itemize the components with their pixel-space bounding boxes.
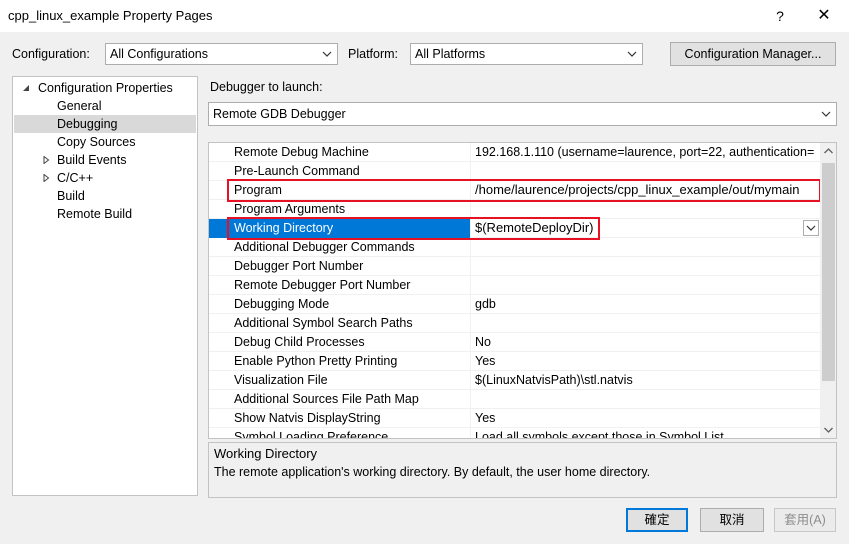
grid-row-value[interactable]: No bbox=[471, 333, 820, 352]
grid-row-name: Symbol Loading Preference bbox=[209, 428, 471, 438]
grid-row-value[interactable]: Load all symbols except those in Symbol … bbox=[471, 428, 820, 438]
grid-row-value[interactable] bbox=[471, 276, 820, 295]
grid-row-enable-python-pretty-printing[interactable]: Enable Python Pretty Printing Yes bbox=[209, 352, 820, 371]
grid-row-value[interactable]: Yes bbox=[471, 352, 820, 371]
grid-row-additional-debugger-commands[interactable]: Additional Debugger Commands bbox=[209, 238, 820, 257]
tree-item-label: Remote Build bbox=[57, 207, 133, 221]
scroll-thumb[interactable] bbox=[822, 163, 835, 381]
description-title: Working Directory bbox=[214, 446, 318, 461]
grid-row-value[interactable] bbox=[471, 314, 820, 333]
grid-scrollbar[interactable] bbox=[820, 143, 837, 438]
expanded-icon[interactable] bbox=[22, 84, 30, 92]
grid-row-name: Additional Debugger Commands bbox=[209, 238, 471, 257]
tree-item-debugging[interactable]: Debugging bbox=[14, 115, 196, 133]
tree-item-label: Copy Sources bbox=[57, 135, 136, 149]
grid-row-name: Debug Child Processes bbox=[209, 333, 471, 352]
debugger-launch-value: Remote GDB Debugger bbox=[213, 107, 346, 121]
grid-row-debug-child-processes[interactable]: Debug Child Processes No bbox=[209, 333, 820, 352]
description-text: The remote application's working directo… bbox=[214, 465, 651, 479]
tree-item-copy-sources[interactable]: Copy Sources bbox=[14, 133, 196, 151]
collapsed-icon[interactable] bbox=[42, 156, 50, 164]
tree-item-label: Build bbox=[57, 189, 85, 203]
grid-row-name: Additional Sources File Path Map bbox=[209, 390, 471, 409]
program-highlight-box bbox=[227, 179, 821, 202]
tree-item-label: Debugging bbox=[57, 117, 118, 131]
grid-row-value[interactable]: Yes bbox=[471, 409, 820, 428]
description-panel: Working Directory The remote application… bbox=[208, 442, 837, 498]
configuration-value: All Configurations bbox=[110, 47, 208, 61]
tree-item-label: Build Events bbox=[57, 153, 127, 167]
property-grid: Remote Debug Machine 192.168.1.110 (user… bbox=[208, 142, 837, 439]
configuration-label: Configuration: bbox=[12, 47, 90, 61]
grid-row-value[interactable] bbox=[471, 238, 820, 257]
tree-item-configuration-properties[interactable]: Configuration Properties bbox=[14, 79, 196, 97]
tree-item-remote-build[interactable]: Remote Build bbox=[14, 205, 196, 223]
grid-row-additional-sources-file-path-map[interactable]: Additional Sources File Path Map bbox=[209, 390, 820, 409]
scroll-down-icon[interactable] bbox=[820, 421, 837, 438]
tree-item-c-cpp[interactable]: C/C++ bbox=[14, 169, 196, 187]
help-button[interactable]: ? bbox=[766, 4, 794, 28]
grid-row-value[interactable] bbox=[471, 257, 820, 276]
configuration-manager-button[interactable]: Configuration Manager... bbox=[670, 42, 836, 66]
grid-row-value[interactable] bbox=[471, 390, 820, 409]
tree-item-general[interactable]: General bbox=[14, 97, 196, 115]
grid-row-remote-debug-machine[interactable]: Remote Debug Machine 192.168.1.110 (user… bbox=[209, 143, 820, 162]
cancel-button[interactable]: 取消 bbox=[700, 508, 764, 532]
grid-row-name: Additional Symbol Search Paths bbox=[209, 314, 471, 333]
grid-row-value[interactable]: $(LinuxNatvisPath)\stl.natvis bbox=[471, 371, 820, 390]
scroll-up-icon[interactable] bbox=[820, 143, 837, 160]
window-title: cpp_linux_example Property Pages bbox=[8, 8, 213, 23]
close-button[interactable]: ✕ bbox=[810, 4, 838, 28]
configuration-dropdown[interactable]: All Configurations bbox=[105, 43, 338, 65]
tree-item-build[interactable]: Build bbox=[14, 187, 196, 205]
apply-button[interactable]: 套用(A) bbox=[774, 508, 836, 532]
grid-row-name: Debugging Mode bbox=[209, 295, 471, 314]
collapsed-icon[interactable] bbox=[42, 174, 50, 182]
chevron-down-icon bbox=[806, 225, 816, 231]
grid-row-visualization-file[interactable]: Visualization File $(LinuxNatvisPath)\st… bbox=[209, 371, 820, 390]
grid-row-value[interactable]: gdb bbox=[471, 295, 820, 314]
grid-row-additional-symbol-search-paths[interactable]: Additional Symbol Search Paths bbox=[209, 314, 820, 333]
title-bar: cpp_linux_example Property Pages ? ✕ bbox=[0, 0, 849, 32]
grid-row-name: Enable Python Pretty Printing bbox=[209, 352, 471, 371]
property-tree: Configuration Properties General Debuggi… bbox=[12, 76, 198, 496]
grid-row-show-natvis-displaystring[interactable]: Show Natvis DisplayString Yes bbox=[209, 409, 820, 428]
grid-row-name: Debugger Port Number bbox=[209, 257, 471, 276]
platform-label: Platform: bbox=[348, 47, 399, 61]
grid-row-name: Visualization File bbox=[209, 371, 471, 390]
grid-row-name: Remote Debugger Port Number bbox=[209, 276, 471, 295]
chevron-down-icon bbox=[322, 51, 332, 57]
grid-row-value[interactable]: 192.168.1.110 (username=laurence, port=2… bbox=[471, 143, 820, 162]
chevron-down-icon bbox=[821, 111, 831, 117]
grid-row-remote-debugger-port-number[interactable]: Remote Debugger Port Number bbox=[209, 276, 820, 295]
grid-row-debugger-port-number[interactable]: Debugger Port Number bbox=[209, 257, 820, 276]
grid-row-symbol-loading-preference[interactable]: Symbol Loading Preference Load all symbo… bbox=[209, 428, 820, 438]
debugger-launch-dropdown[interactable]: Remote GDB Debugger bbox=[208, 102, 837, 126]
grid-row-name: Show Natvis DisplayString bbox=[209, 409, 471, 428]
tree-item-label: C/C++ bbox=[57, 171, 94, 185]
working-directory-dropdown[interactable] bbox=[803, 220, 819, 236]
ok-button[interactable]: 確定 bbox=[626, 508, 688, 532]
tree-item-label: General bbox=[57, 99, 102, 113]
working-directory-highlight-box bbox=[227, 217, 600, 240]
tree-item-label: Configuration Properties bbox=[38, 81, 173, 95]
chevron-down-icon bbox=[627, 51, 637, 57]
grid-row-name: Remote Debug Machine bbox=[209, 143, 471, 162]
tree-item-build-events[interactable]: Build Events bbox=[14, 151, 196, 169]
grid-row-debugging-mode[interactable]: Debugging Mode gdb bbox=[209, 295, 820, 314]
debugger-launch-label: Debugger to launch: bbox=[210, 80, 323, 94]
platform-dropdown[interactable]: All Platforms bbox=[410, 43, 643, 65]
platform-value: All Platforms bbox=[415, 47, 486, 61]
